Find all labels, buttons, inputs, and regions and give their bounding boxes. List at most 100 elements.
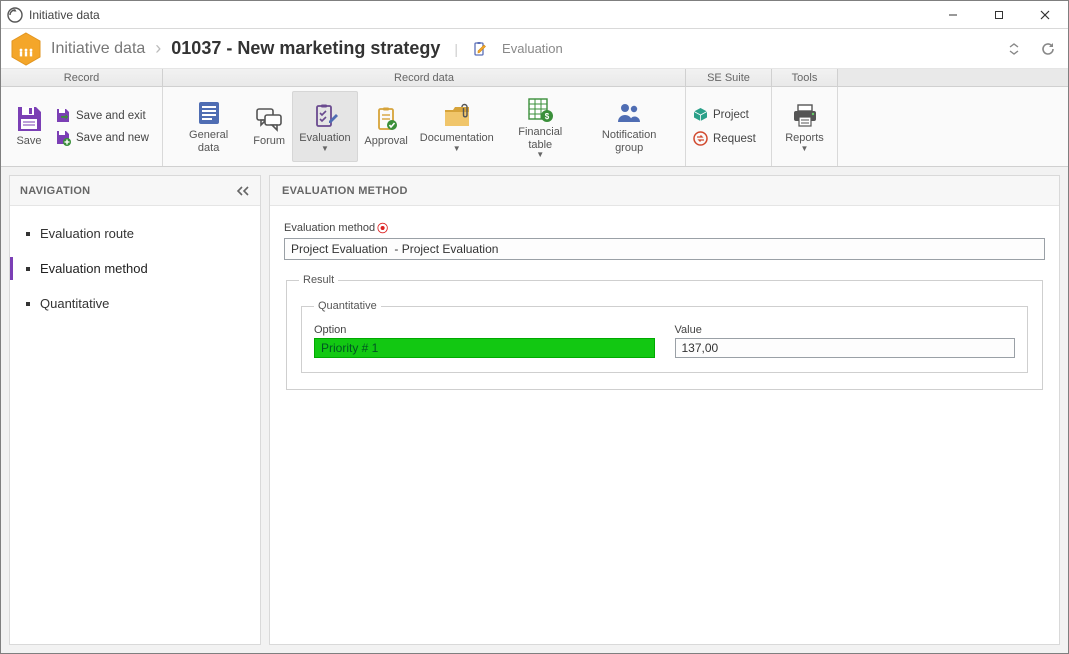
floppy-arrow-icon [55,108,71,124]
save-and-new-button[interactable]: Save and new [55,130,149,146]
required-asterisk-icon: ⦿ [377,220,388,236]
app-icon [7,7,23,23]
approval-button[interactable]: Approval [358,91,414,162]
navigation-header: NAVIGATION [10,176,260,206]
option-field[interactable]: Priority # 1 [314,338,655,358]
refresh-icon[interactable] [1038,39,1058,59]
financial-table-label: Financial table [507,126,573,150]
option-value: Priority # 1 [321,341,378,355]
quantitative-fieldset: Quantitative Option Priority # 1 Value [301,300,1028,373]
evaluation-label: Evaluation [299,132,350,144]
ribbon-section-record: Save Save and exit Save and new [1,87,163,166]
group-label-tools: Tools [772,69,838,86]
chevron-down-icon: ▼ [321,147,329,151]
breadcrumb-separator: › [155,38,161,59]
forum-label: Forum [253,135,285,147]
collapse-updown-icon[interactable] [1004,39,1024,59]
main-content: Evaluation method⦿ Result Quantitative O… [270,206,1059,404]
module-hex-icon [11,32,41,66]
financial-table-button[interactable]: $ Financial table ▼ [499,91,581,162]
request-button[interactable]: Request [692,131,765,147]
approval-label: Approval [364,135,407,147]
reports-button[interactable]: Reports ▼ [781,91,828,162]
documentation-button[interactable]: Documentation ▼ [414,91,499,162]
save-and-exit-label: Save and exit [76,110,146,122]
ribbon: Save Save and exit Save and new [1,87,1068,167]
title-bar: Initiative data [1,1,1068,29]
printer-icon [789,102,821,130]
collapse-left-icon[interactable] [236,185,250,197]
maximize-button[interactable] [976,1,1022,29]
value-field[interactable]: 137,00 [675,338,1016,358]
ribbon-group-labels: Record Record data SE Suite Tools [1,69,1068,87]
chevron-down-icon: ▼ [801,147,809,151]
quantitative-legend: Quantitative [314,300,381,312]
window-title: Initiative data [29,8,100,22]
project-label: Project [713,109,749,121]
group-label-se-suite: SE Suite [686,69,772,86]
request-arrows-icon [692,131,708,147]
forum-button[interactable]: Forum [246,91,292,162]
clipboard-edit-icon [472,41,488,57]
save-label: Save [16,135,41,147]
header-band: Initiative data › 01037 - New marketing … [1,29,1068,69]
group-label-record: Record [1,69,163,86]
nav-item-quantitative[interactable]: Quantitative [10,286,260,321]
general-data-button[interactable]: General data [171,91,246,162]
general-data-label: General data [179,129,238,153]
main-header: EVALUATION METHOD [270,176,1059,206]
folder-clip-icon [441,102,473,130]
clipboard-pencil-icon [309,102,341,130]
app-window: Initiative data Initiative data › 01037 … [0,0,1069,654]
bullet-icon [26,232,30,236]
breadcrumb-record: 01037 - New marketing strategy [171,38,440,59]
reports-label: Reports [785,132,824,144]
ribbon-section-record-data: General data Forum Evaluation ▼ Approva [163,87,686,166]
bullet-icon [26,302,30,306]
option-label: Option [314,324,655,336]
ribbon-section-tools: Reports ▼ [772,87,838,166]
value-label: Value [675,324,1016,336]
main-panel: EVALUATION METHOD Evaluation method⦿ Res… [269,175,1060,645]
document-lines-icon [193,99,225,127]
breadcrumb-module[interactable]: Initiative data [51,40,145,58]
evaluation-method-field[interactable] [284,238,1045,260]
floppy-plus-icon [55,130,71,146]
value-value: 137,00 [682,341,719,355]
nav-item-evaluation-route[interactable]: Evaluation route [10,216,260,251]
navigation-panel: NAVIGATION Evaluation route Evaluation m… [9,175,261,645]
breadcrumb-section: Evaluation [502,41,563,56]
main-title: EVALUATION METHOD [282,185,408,197]
save-button[interactable]: Save [7,91,51,162]
ribbon-section-se-suite: Project Request [686,87,772,166]
floppy-icon [13,105,45,133]
notification-group-button[interactable]: Notification group [581,91,677,162]
minimize-button[interactable] [930,1,976,29]
result-legend: Result [299,274,338,286]
evaluation-button[interactable]: Evaluation ▼ [292,91,358,162]
navigation-list: Evaluation route Evaluation method Quant… [10,206,260,331]
svg-text:$: $ [545,112,550,121]
speech-bubbles-icon [253,105,285,133]
request-label: Request [713,133,756,145]
cube-icon [692,107,708,123]
nav-item-label: Evaluation method [40,261,148,276]
users-group-icon [613,99,645,127]
nav-item-label: Evaluation route [40,226,134,241]
navigation-title: NAVIGATION [20,185,90,197]
chevron-down-icon: ▼ [453,147,461,151]
notification-group-label: Notification group [589,129,669,153]
body: NAVIGATION Evaluation route Evaluation m… [1,167,1068,653]
save-and-exit-button[interactable]: Save and exit [55,108,149,124]
close-button[interactable] [1022,1,1068,29]
project-button[interactable]: Project [692,107,765,123]
clipboard-check-icon [370,105,402,133]
group-label-record-data: Record data [163,69,686,86]
save-and-new-label: Save and new [76,132,149,144]
breadcrumb-divider: | [454,41,458,57]
bullet-icon [26,267,30,271]
nav-item-evaluation-method[interactable]: Evaluation method [10,251,260,286]
nav-item-label: Quantitative [40,296,109,311]
spreadsheet-money-icon: $ [524,96,556,124]
evaluation-method-label: Evaluation method⦿ [284,220,1045,236]
